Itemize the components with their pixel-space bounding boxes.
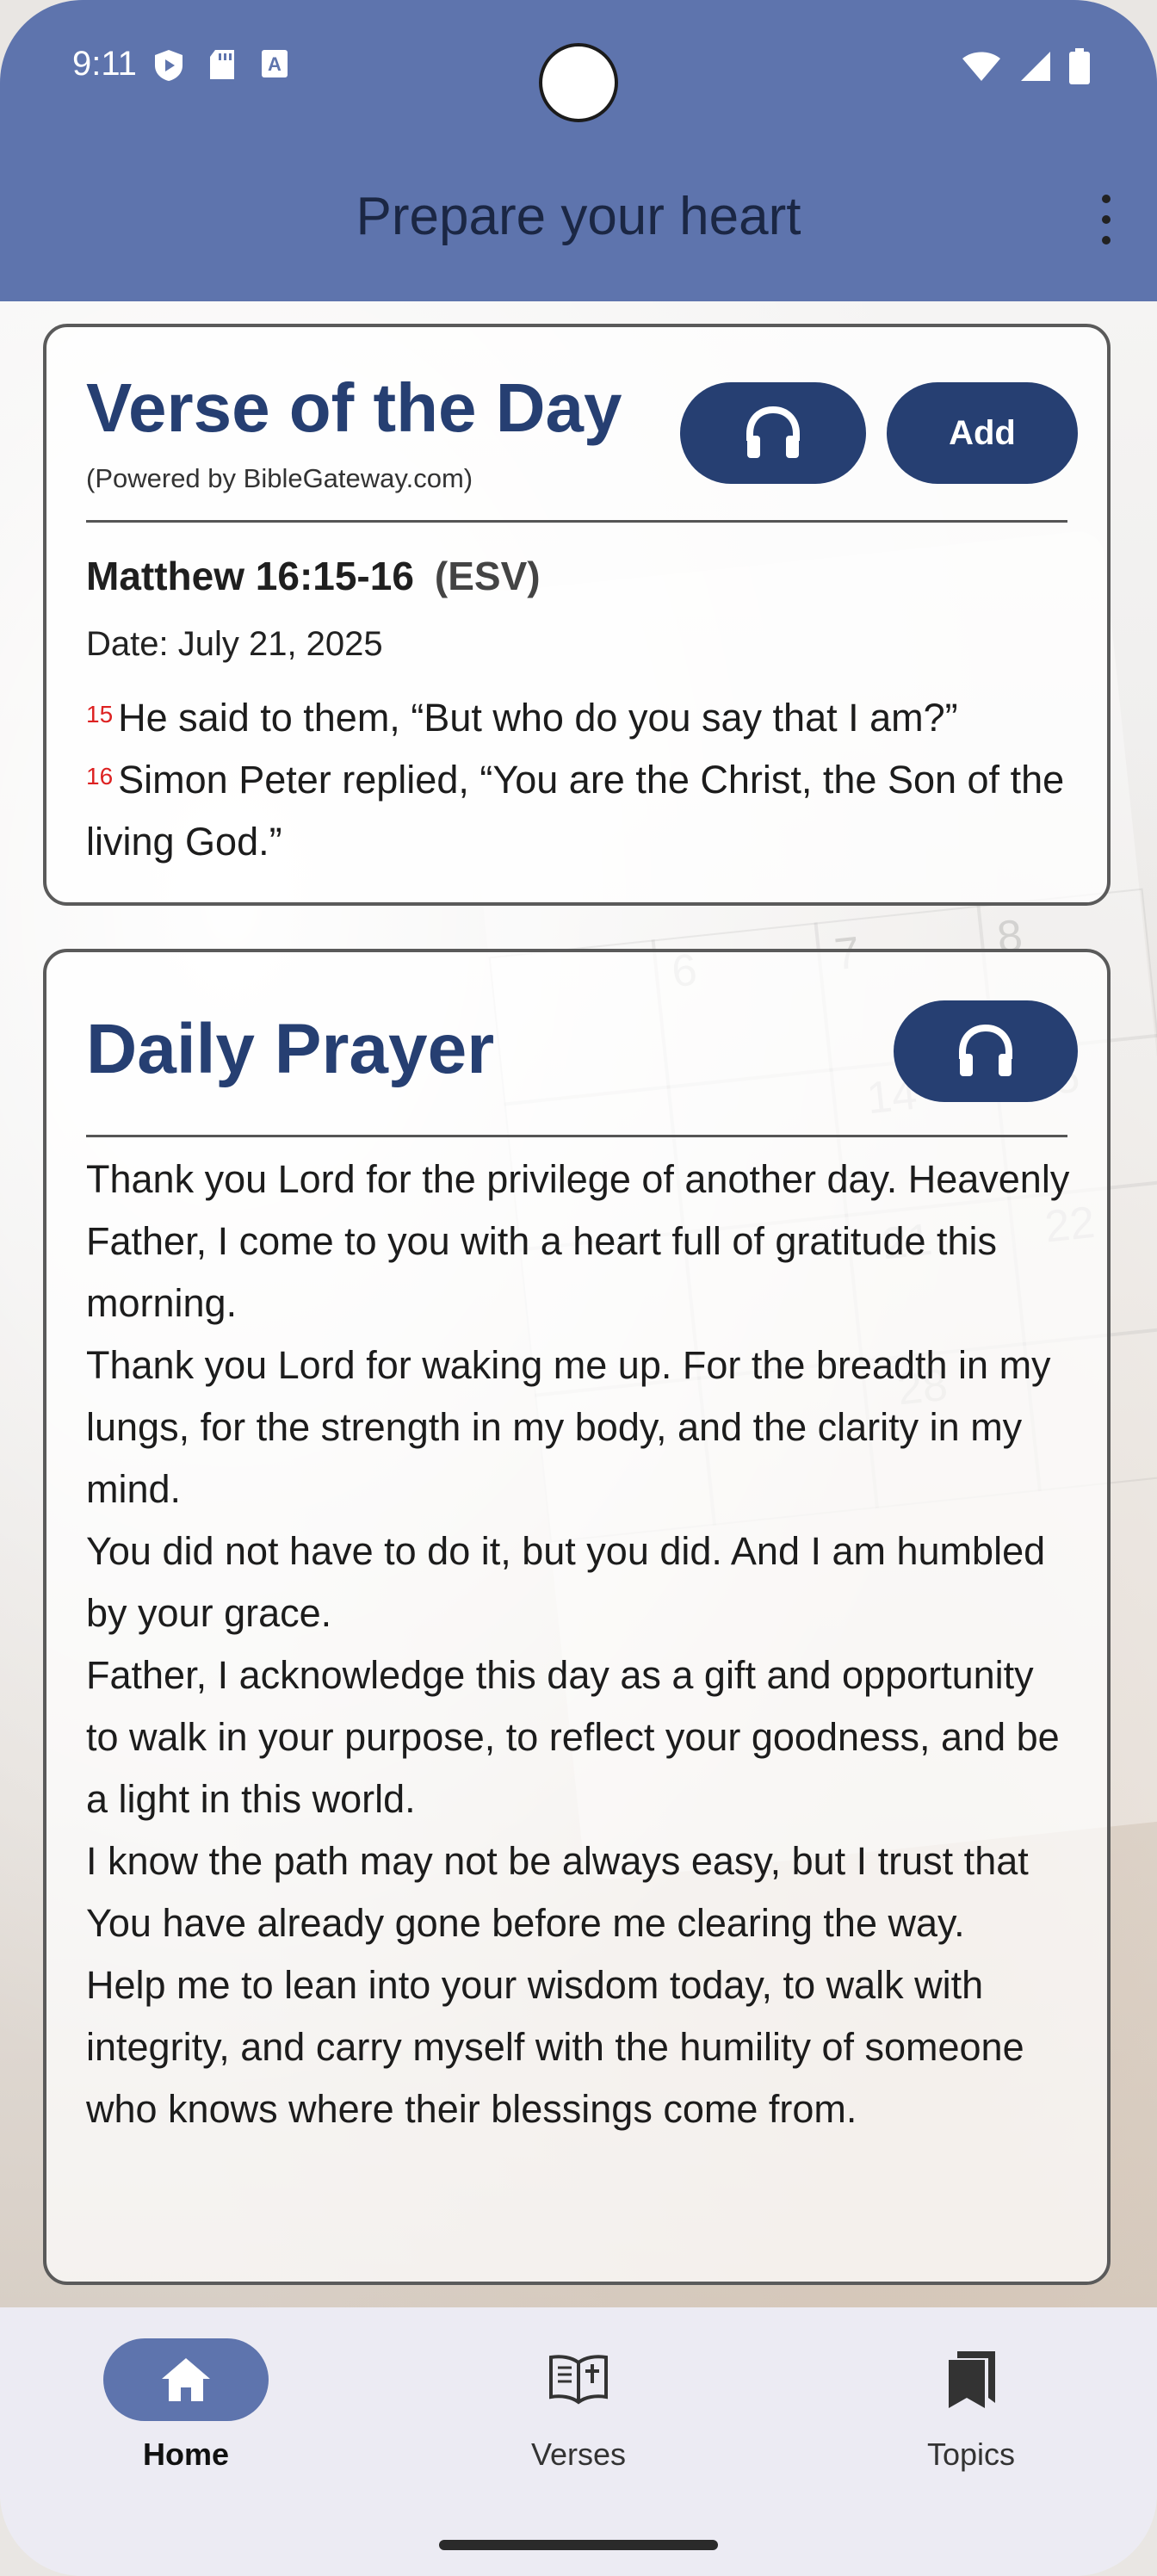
bottom-navigation: Home Verses Topics [0, 2307, 1157, 2576]
prayer-paragraph: Father, I acknowledge this day as a gift… [86, 1653, 1060, 1821]
nav-indicator [496, 2338, 661, 2421]
verse-text: 15 He said to them, “But who do you say t… [86, 687, 1073, 873]
verse-line: 15 He said to them, “But who do you say t… [86, 687, 1073, 749]
prayer-paragraph: Thank you Lord for the privilege of anot… [86, 1157, 1070, 1325]
prayer-text: Thank you Lord for the privilege of anot… [86, 1149, 1073, 2140]
add-button[interactable]: Add [887, 382, 1078, 484]
powered-by-text: (Powered by BibleGateway.com) [86, 463, 473, 493]
verse-content: He said to them, “But who do you say tha… [118, 696, 958, 740]
status-notification-icons: A [153, 48, 289, 83]
play-protect-icon [155, 50, 183, 81]
nav-item-home[interactable]: Home [74, 2338, 298, 2473]
more-options-icon[interactable] [1093, 195, 1119, 245]
page-title: Prepare your heart [356, 187, 801, 246]
prayer-paragraph: Help me to lean into your wisdom today, … [86, 1963, 1024, 2131]
divider [86, 520, 1067, 523]
prayer-card-title: Daily Prayer [86, 1010, 495, 1088]
verse-audio-button[interactable] [680, 382, 866, 484]
nav-indicator [103, 2338, 269, 2421]
headphones-icon [746, 406, 800, 458]
nav-label: Topics [926, 2437, 1016, 2472]
wifi-icon [962, 52, 1000, 81]
divider [86, 1135, 1067, 1137]
bible-version: (ESV) [434, 554, 541, 598]
camera-cutout [539, 43, 618, 122]
signal-icon [1021, 52, 1050, 81]
verse-reference-text: Matthew 16:15-16 [86, 554, 414, 598]
verse-card-title: Verse of the Day [86, 369, 622, 446]
app-bar: 9:11 A Prepare your heart [0, 0, 1157, 301]
verse-line: 16 Simon Peter replied, “You are the Chri… [86, 749, 1073, 873]
home-icon [162, 2358, 210, 2401]
prayer-paragraph: Thank you Lord for waking me up. For the… [86, 1343, 1051, 1511]
nav-label: Verses [530, 2437, 627, 2472]
verse-date: Date: July 21, 2025 [86, 625, 383, 663]
prayer-paragraph: I know the path may not be always easy, … [86, 1839, 1029, 1945]
battery-icon [1069, 48, 1090, 84]
nav-item-verses[interactable]: Verses [467, 2338, 690, 2473]
book-icon [549, 2355, 608, 2405]
verse-number: 15 [86, 701, 114, 728]
nav-item-topics[interactable]: Topics [859, 2338, 1083, 2473]
translate-icon: A [262, 50, 288, 77]
gesture-handle[interactable] [439, 2540, 718, 2550]
verse-of-the-day-card: Verse of the Day (Powered by BibleGatewa… [43, 324, 1111, 906]
bookmarks-icon [949, 2351, 995, 2408]
status-system-icons [961, 48, 1090, 84]
prayer-paragraph: You did not have to do it, but you did. … [86, 1529, 1046, 1635]
verse-reference: Matthew 16:15-16 (ESV) [86, 553, 541, 599]
headphones-icon [959, 1025, 1012, 1076]
verse-number: 16 [86, 763, 114, 790]
phone-screen: 6 7 8 14 15 21 22 28 9:11 A [0, 0, 1157, 2576]
nav-label: Home [142, 2437, 230, 2472]
sd-card-icon [210, 50, 234, 79]
verse-content: Simon Peter replied, “You are the Christ… [86, 758, 1065, 864]
daily-prayer-card: Daily Prayer Thank you Lord for the priv… [43, 949, 1111, 2285]
prayer-audio-button[interactable] [894, 1000, 1078, 1102]
status-time: 9:11 [72, 45, 137, 83]
nav-indicator [888, 2338, 1054, 2421]
svg-text:A: A [268, 53, 282, 75]
